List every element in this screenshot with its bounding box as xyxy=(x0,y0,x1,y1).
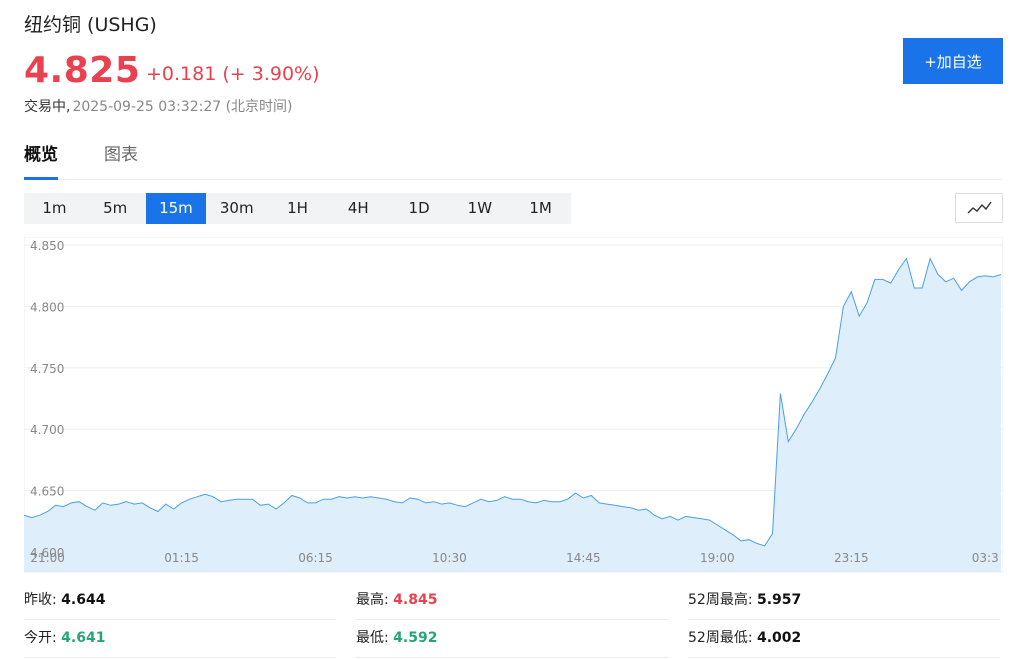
tab-bar: 概览 图表 xyxy=(24,142,1003,180)
stat-prev-close: 昨收: 4.644 xyxy=(24,582,336,620)
stat-value: 4.644 xyxy=(61,592,106,608)
stat-52w-low: 52周最低: 4.002 xyxy=(688,620,1000,658)
x-tick-label: 19:00 xyxy=(700,551,735,565)
last-price: 4.825 xyxy=(24,50,141,91)
stat-label: 最低: xyxy=(356,630,389,646)
stat-label: 昨收: xyxy=(24,592,57,608)
stat-low: 最低: 4.592 xyxy=(356,620,668,658)
x-tick-label: 10:30 xyxy=(432,551,467,565)
price-chart[interactable]: 4.8504.8004.7504.7004.6504.600 21:00 01:1… xyxy=(24,237,1003,577)
interval-15m[interactable]: 15m xyxy=(145,193,207,224)
trading-status: 交易中, 2025-09-25 03:32:27 (北京时间) xyxy=(24,96,293,116)
y-tick-label: 4.850 xyxy=(30,239,64,253)
interval-1h[interactable]: 1H xyxy=(267,193,328,224)
status-label: 交易中, xyxy=(24,99,71,115)
interval-selector: 1m 5m 15m 30m 1H 4H 1D 1W 1M xyxy=(24,193,571,224)
x-tick-label: 01:15 xyxy=(164,551,199,565)
x-tick-label: 03:3 xyxy=(972,551,999,565)
interval-5m[interactable]: 5m xyxy=(85,193,146,224)
status-timestamp: 2025-09-25 03:32:27 (北京时间) xyxy=(72,99,293,115)
interval-1mo[interactable]: 1M xyxy=(510,193,571,224)
interval-1m[interactable]: 1m xyxy=(24,193,85,224)
stats-row-2: 今开: 4.641 最低: 4.592 52周最低: 4.002 xyxy=(24,620,1003,658)
stats-row-1: 昨收: 4.644 最高: 4.845 52周最高: 5.957 xyxy=(24,582,1003,620)
stat-label: 52周最高: xyxy=(688,592,753,608)
price-change: +0.181 (+ 3.90%) xyxy=(146,63,320,85)
tab-chart[interactable]: 图表 xyxy=(104,142,138,180)
stat-value: 5.957 xyxy=(756,592,802,608)
stat-value: 4.641 xyxy=(61,630,106,646)
interval-1w[interactable]: 1W xyxy=(449,193,510,224)
stat-open: 今开: 4.641 xyxy=(24,620,336,658)
stat-value: 4.002 xyxy=(756,630,802,646)
chart-type-button[interactable] xyxy=(955,193,1003,223)
y-tick-label: 4.700 xyxy=(30,423,64,437)
x-tick-label: 23:15 xyxy=(834,551,869,565)
stat-value: 4.592 xyxy=(393,630,438,646)
x-tick-label: 14:45 xyxy=(566,551,601,565)
tab-overview[interactable]: 概览 xyxy=(24,142,58,180)
instrument-title: 纽约铜 (USHG) xyxy=(24,14,157,36)
y-tick-label: 4.750 xyxy=(30,362,64,376)
stat-label: 52周最低: xyxy=(688,630,753,646)
x-tick-label: 21:00 xyxy=(30,551,65,565)
x-tick-label: 06:15 xyxy=(298,551,333,565)
stat-value: 4.845 xyxy=(393,592,438,608)
add-watchlist-button[interactable]: +加自选 xyxy=(903,38,1003,84)
interval-4h[interactable]: 4H xyxy=(328,193,389,224)
stat-52w-high: 52周最高: 5.957 xyxy=(688,582,1000,620)
stat-label: 最高: xyxy=(356,592,389,608)
y-tick-label: 4.800 xyxy=(30,300,64,314)
stat-high: 最高: 4.845 xyxy=(356,582,668,620)
line-chart-icon xyxy=(967,201,992,214)
interval-1d[interactable]: 1D xyxy=(389,193,450,224)
interval-30m[interactable]: 30m xyxy=(206,193,267,224)
stat-label: 今开: xyxy=(24,630,57,646)
y-tick-label: 4.650 xyxy=(30,485,64,499)
